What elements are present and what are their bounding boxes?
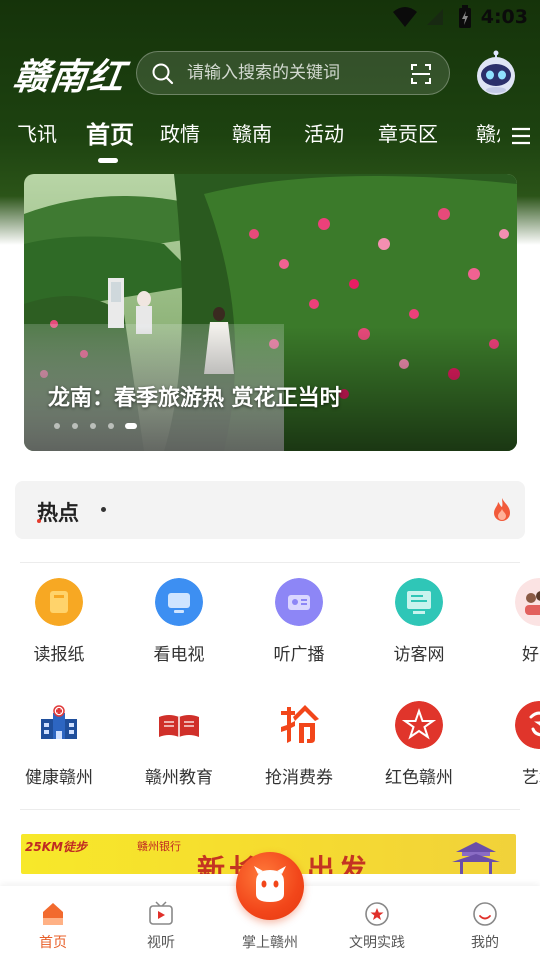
grid-label: 红色赣州	[385, 768, 453, 788]
carousel-dot	[108, 423, 114, 429]
video-icon	[149, 901, 173, 925]
carousel-dot	[72, 423, 78, 429]
grid-label: 读报纸	[33, 645, 85, 665]
carousel-dot	[90, 423, 96, 429]
category-tabs: 飞讯 首页 政情 赣南 活动 章贡区 赣州	[0, 118, 500, 164]
nav-home[interactable]: 首页	[8, 886, 98, 960]
hot-topics-bar[interactable]: 热点	[15, 481, 525, 539]
grid-label: 赣州教育	[145, 768, 213, 788]
status-bar: 4:03	[0, 0, 540, 36]
featured-banner[interactable]: 龙南：春季旅游热 赏花正当时	[24, 174, 517, 451]
center-app-button[interactable]	[236, 852, 304, 920]
mascot-icon	[254, 866, 286, 902]
tab-feixun[interactable]: 飞讯	[17, 118, 57, 147]
grid-label: 健康赣州	[25, 768, 93, 788]
home-icon	[43, 903, 63, 925]
radio-icon	[275, 578, 323, 626]
red-star-icon	[395, 701, 443, 749]
grid-label: 听广播	[273, 645, 325, 665]
divider	[20, 809, 520, 810]
search-icon	[152, 63, 174, 85]
active-tab-indicator	[98, 158, 118, 163]
divider	[20, 562, 520, 563]
good-people-icon	[515, 578, 540, 626]
tab-huodong[interactable]: 活动	[304, 118, 344, 147]
app-logo[interactable]: 赣南红	[10, 48, 128, 100]
tab-gannan[interactable]: 赣南	[232, 118, 272, 147]
hot-indicator-dot	[37, 519, 41, 523]
tab-zhanggong[interactable]: 章贡区	[378, 118, 438, 147]
nav-label: 掌上赣州	[242, 935, 298, 951]
grid-label: 好人	[522, 645, 540, 665]
newspaper-icon	[35, 578, 83, 626]
nav-civilization[interactable]: 文明实践	[332, 886, 422, 960]
nav-label: 视听	[147, 935, 175, 951]
badge-star-icon	[365, 902, 389, 926]
grid-label: 抢消费券	[265, 768, 333, 788]
carousel-dot-active	[125, 423, 137, 429]
nav-label: 首页	[39, 935, 67, 951]
book-icon	[159, 715, 199, 737]
tab-home[interactable]: 首页	[86, 118, 134, 150]
tab-zhengqing[interactable]: 政情	[160, 118, 200, 147]
hot-bullet	[101, 507, 106, 512]
wifi-icon	[393, 7, 417, 27]
battery-icon	[459, 5, 471, 28]
profile-icon	[473, 902, 497, 926]
tab-ganzhou[interactable]: 赣州	[476, 118, 500, 147]
hot-label: 热点	[37, 501, 79, 525]
nav-audiovisual[interactable]: 视听	[116, 886, 206, 960]
carousel-dot	[54, 423, 60, 429]
nav-mine[interactable]: 我的	[440, 886, 530, 960]
fire-icon	[494, 498, 510, 521]
signal-icon	[427, 9, 443, 25]
grid-label: 看电视	[153, 645, 205, 665]
visitor-icon	[395, 578, 443, 626]
nav-label: 我的	[471, 935, 499, 951]
tv-icon	[155, 578, 203, 626]
banner-title: 龙南：春季旅游热 赏花正当时	[48, 385, 342, 411]
ad-hike-text: 25KM徒步	[25, 840, 87, 854]
grid-label: 访客网	[393, 645, 445, 665]
menu-icon[interactable]	[510, 126, 532, 146]
scan-icon[interactable]	[409, 62, 433, 86]
art-icon	[515, 701, 540, 749]
clock-time: 4:03	[480, 6, 528, 28]
coupon-icon	[281, 705, 319, 743]
search-bar[interactable]	[136, 51, 450, 95]
grid-label: 艺赣	[522, 768, 540, 788]
robot-assistant-icon[interactable]	[474, 50, 518, 96]
nav-label: 文明实践	[349, 935, 405, 951]
search-input[interactable]	[187, 52, 397, 94]
ad-bank-logo: 赣州银行	[137, 840, 181, 853]
hospital-icon	[41, 705, 77, 739]
pavilion-icon	[452, 842, 500, 874]
